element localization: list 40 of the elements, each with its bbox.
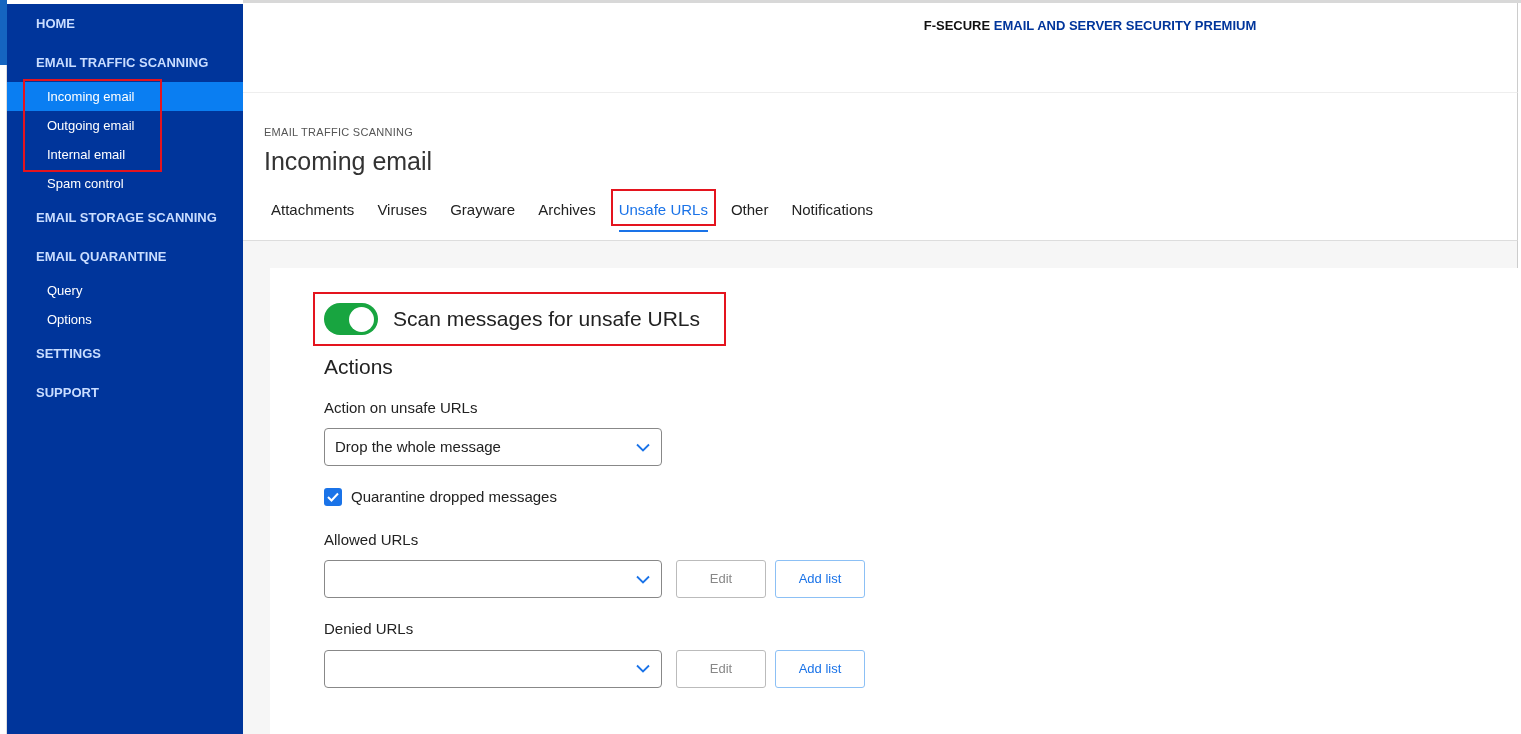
sidebar-heading[interactable]: EMAIL STORAGE SCANNING <box>7 198 243 237</box>
sidebar-item[interactable]: Internal email <box>7 140 243 169</box>
dropdown[interactable] <box>324 560 662 598</box>
chevron-down-icon <box>636 442 650 452</box>
sidebar-item[interactable]: Spam control <box>7 169 243 198</box>
tab[interactable]: Archives <box>538 198 596 232</box>
dropdown[interactable] <box>324 649 662 688</box>
tab[interactable]: Grayware <box>450 198 516 232</box>
sidebar-item[interactable]: Options <box>7 305 243 334</box>
sidebar-heading[interactable]: SUPPORT <box>7 373 243 412</box>
sidebar-heading[interactable]: SETTINGS <box>7 334 243 373</box>
sidebar-item[interactable]: Incoming email <box>7 82 243 111</box>
dropdown[interactable]: Drop the whole message <box>324 428 662 466</box>
list-button[interactable]: Add list <box>775 649 865 688</box>
dropdown-value: Drop the whole message <box>335 436 501 457</box>
section-heading: Actions <box>324 354 394 380</box>
field-label: Action on unsafe URLs <box>324 397 479 418</box>
field-label: Allowed URLs <box>324 529 420 550</box>
tab[interactable]: Attachments <box>271 198 355 232</box>
tab[interactable]: Other <box>730 198 769 232</box>
brand-name: F-SECURE <box>923 18 991 33</box>
sidebar-item[interactable]: Query <box>7 276 243 305</box>
field-label: Denied URLs <box>324 619 415 639</box>
tab[interactable]: Unsafe URLs <box>618 198 708 232</box>
sidebar-item[interactable]: Outgoing email <box>7 111 243 140</box>
product-name: EMAIL AND SERVER SECURITY PREMIUM <box>993 18 1257 33</box>
sidebar-heading[interactable]: EMAIL QUARANTINE <box>7 237 243 276</box>
list-button[interactable]: Add list <box>775 560 865 598</box>
toggle-label: Scan messages for unsafe URLs <box>393 306 700 333</box>
chevron-down-icon <box>636 574 650 584</box>
page-title: Incoming email <box>264 145 434 177</box>
sidebar-heading[interactable]: HOME <box>7 4 243 43</box>
breadcrumb: EMAIL TRAFFIC SCANNING <box>264 125 415 140</box>
toggle-switch[interactable] <box>324 303 378 335</box>
tab[interactable]: Viruses <box>377 198 428 232</box>
chevron-down-icon <box>636 664 650 673</box>
tab[interactable]: Notifications <box>791 198 874 232</box>
checkbox[interactable] <box>324 488 342 507</box>
sidebar-heading[interactable]: EMAIL TRAFFIC SCANNING <box>7 43 243 82</box>
checkbox-label: Quarantine dropped messages <box>351 487 557 507</box>
